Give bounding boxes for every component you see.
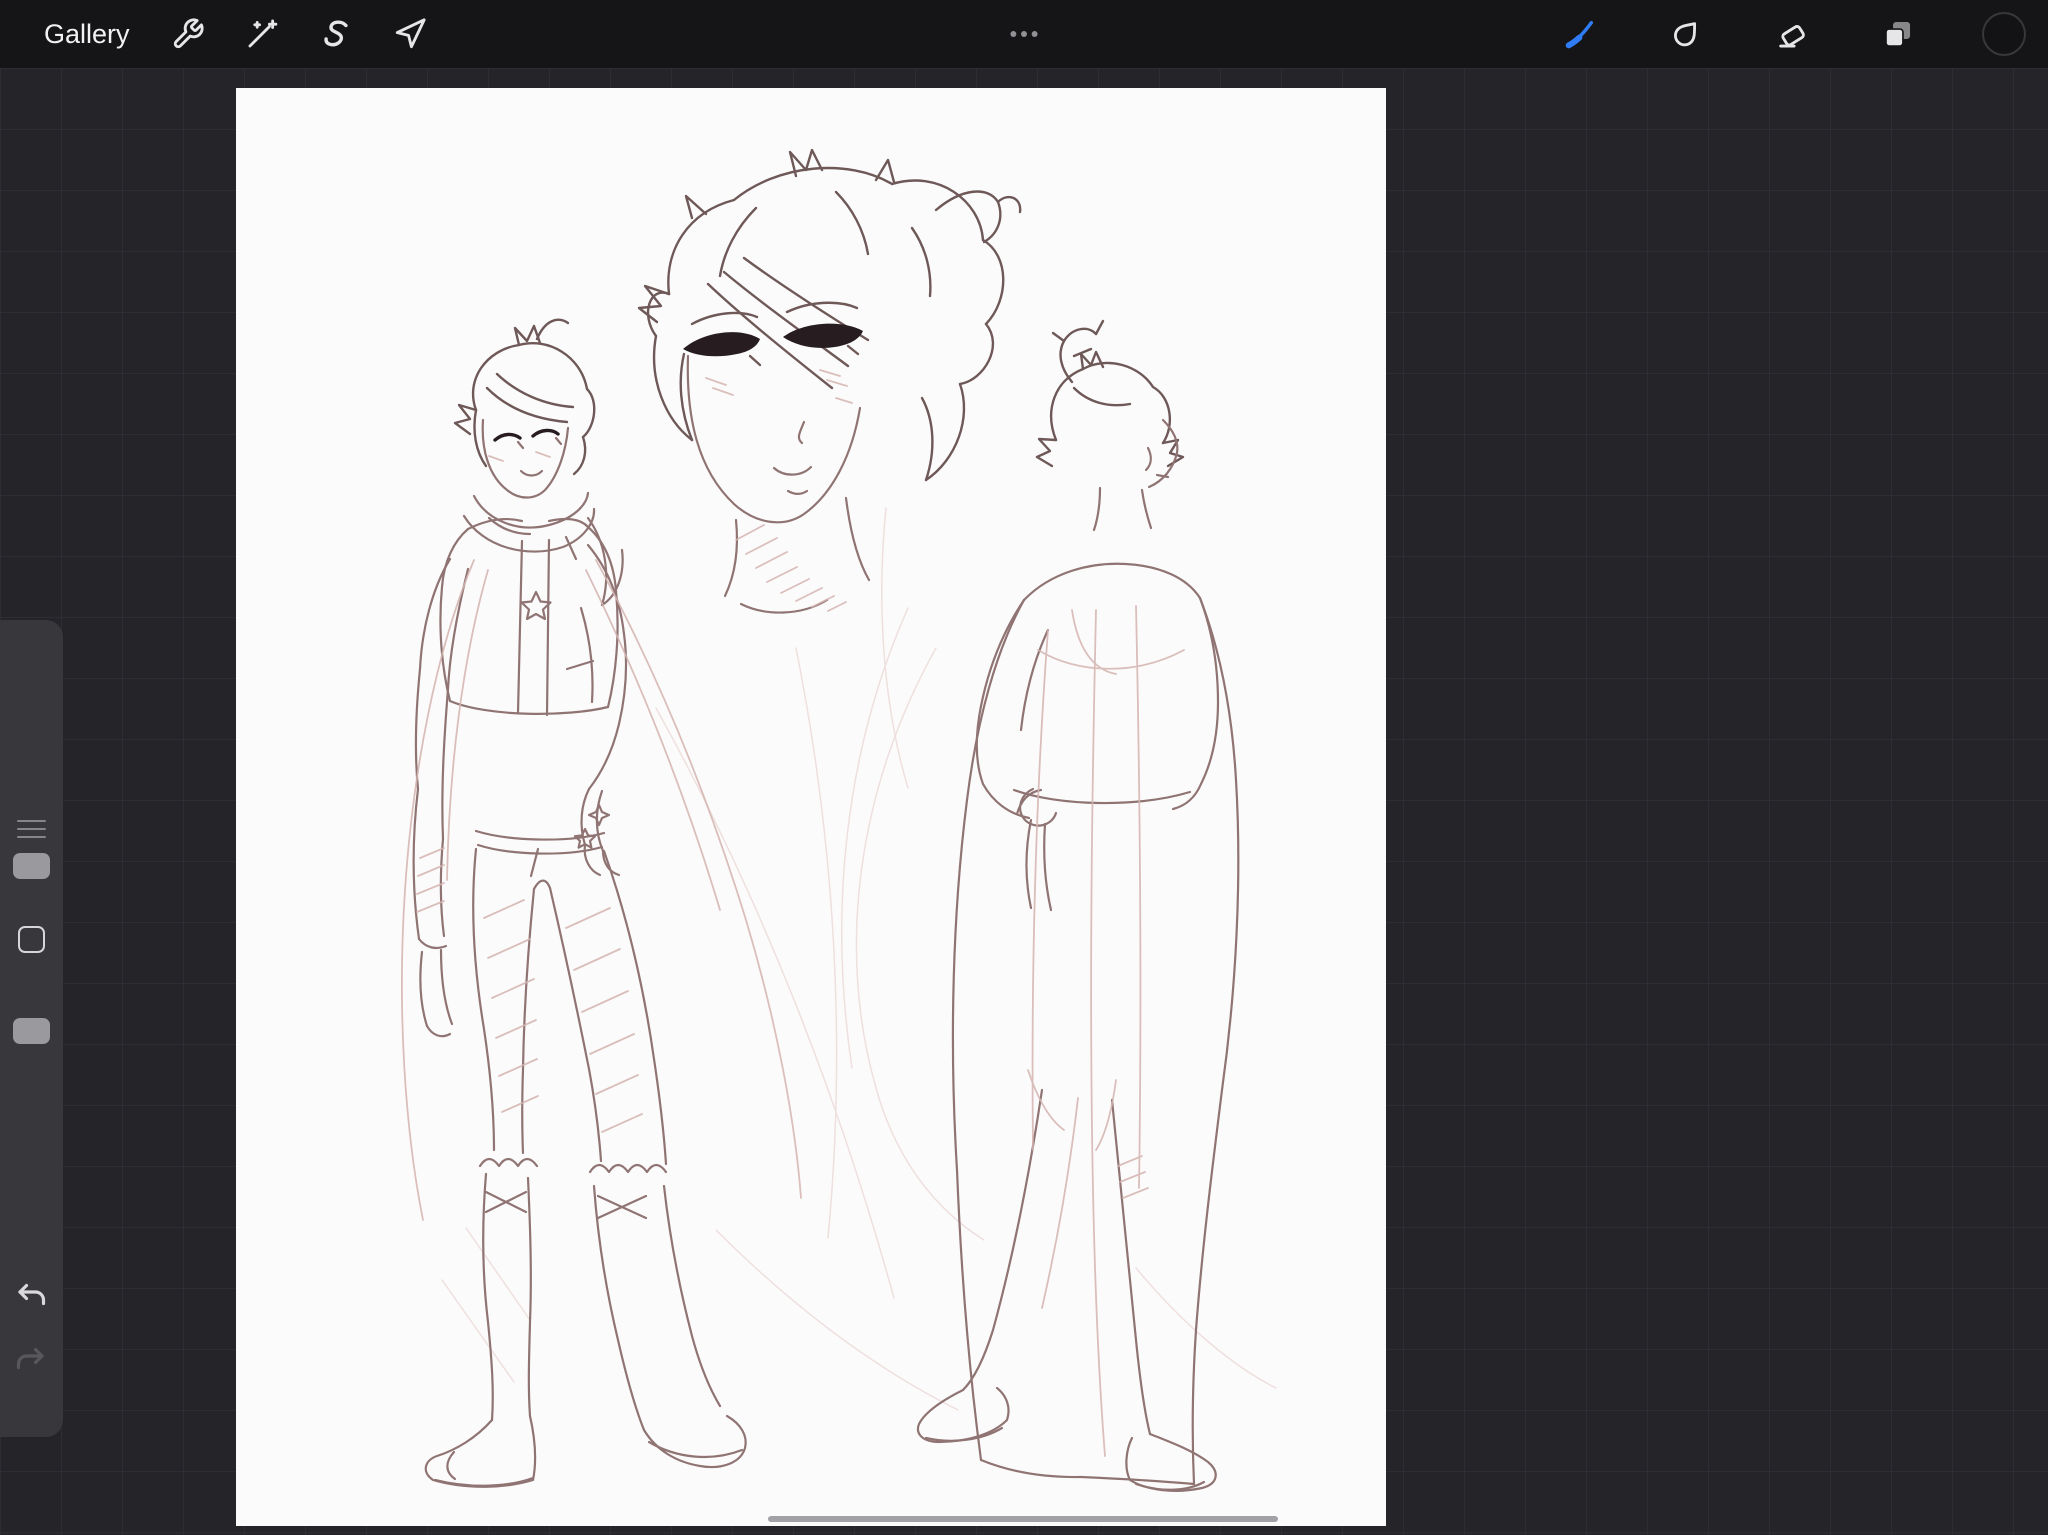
undo-icon (14, 1278, 50, 1312)
transform-button[interactable] (386, 10, 434, 58)
redo-button[interactable] (14, 1341, 50, 1377)
toolbar-right-group (1556, 10, 2048, 58)
magic-wand-icon (245, 17, 279, 51)
toolbar-center-group (1000, 0, 1048, 68)
layers-icon (1881, 17, 1915, 51)
opacity-slider[interactable] (0, 1000, 63, 1120)
smudge-tool-button[interactable] (1662, 10, 1710, 58)
procreate-app: Gallery (0, 0, 2048, 1535)
paint-tool-button[interactable] (1556, 10, 1604, 58)
character-sketch (400, 148, 1277, 1492)
undo-button[interactable] (14, 1277, 50, 1313)
selection-button[interactable] (312, 10, 360, 58)
toolbar-left-group: Gallery (0, 10, 434, 58)
smudge-finger-icon (1669, 17, 1703, 51)
tool-sidebar (0, 620, 63, 1437)
gallery-button[interactable]: Gallery (44, 20, 130, 48)
wrench-icon (171, 17, 205, 51)
eraser-icon (1775, 17, 1809, 51)
current-color-swatch (1982, 12, 2026, 56)
ellipsis-icon (1007, 17, 1041, 51)
top-toolbar: Gallery (0, 0, 2048, 68)
home-indicator[interactable] (768, 1516, 1278, 1522)
erase-tool-button[interactable] (1768, 10, 1816, 58)
slider-grip-lines (17, 820, 46, 844)
front-figure-sketch (400, 318, 802, 1488)
actions-button[interactable] (164, 10, 212, 58)
layers-button[interactable] (1874, 10, 1922, 58)
canvas-options-button[interactable] (1000, 10, 1048, 58)
head-study-sketch (637, 148, 1022, 614)
selection-s-icon (319, 17, 353, 51)
modify-button[interactable] (18, 926, 45, 953)
opacity-handle[interactable] (13, 1018, 50, 1044)
brush-size-handle[interactable] (13, 853, 50, 879)
adjustments-button[interactable] (238, 10, 286, 58)
move-arrow-icon (393, 17, 427, 51)
redo-icon (14, 1342, 50, 1376)
brush-icon (1563, 17, 1597, 51)
back-figure-sketch (916, 319, 1240, 1492)
drawing-canvas[interactable] (236, 88, 1386, 1526)
color-button[interactable] (1980, 10, 2028, 58)
